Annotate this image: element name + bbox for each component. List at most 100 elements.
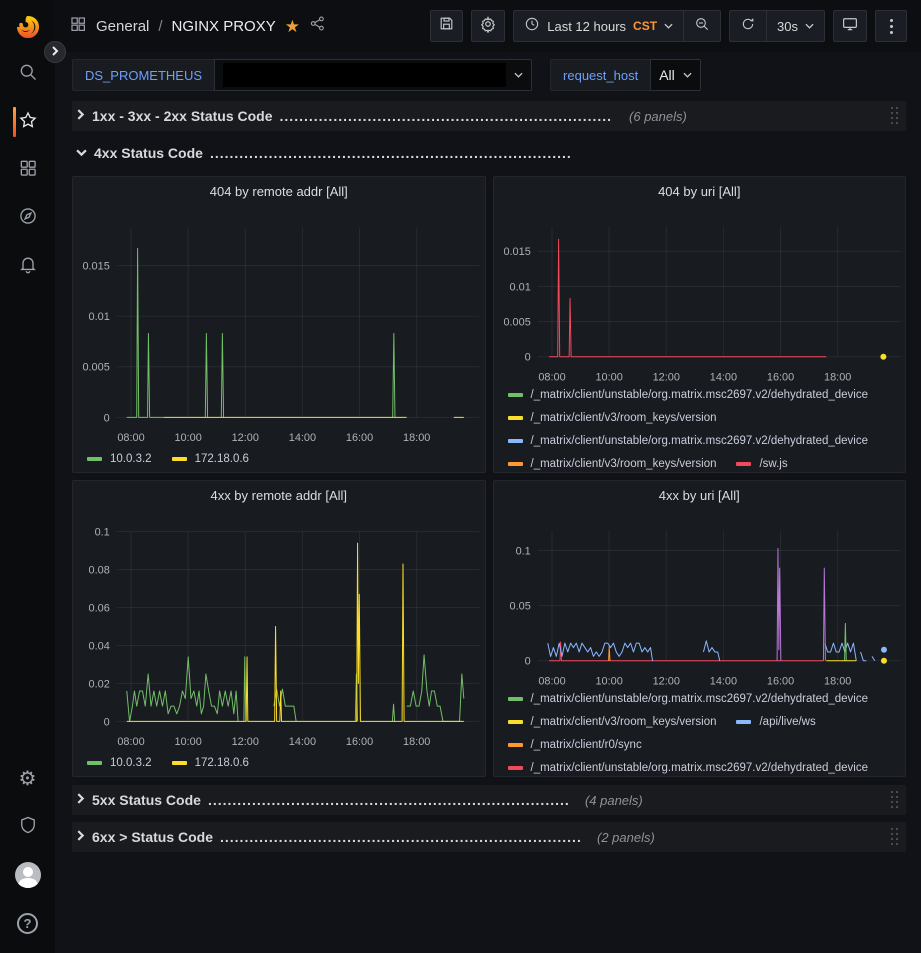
dashboards-grid-icon [18,158,38,183]
sidebar-item-alerting[interactable] [0,242,55,290]
star-icon [18,110,38,135]
variable-select-request-host[interactable]: All [650,59,701,91]
panels-grid: 404 by remote addr [All]00.0050.010.0150… [72,176,906,777]
row-6xx[interactable]: 6xx > Status Code ......................… [72,822,906,852]
dashboard-title[interactable]: NGINX PROXY [172,18,276,35]
legend-item[interactable]: /_matrix/client/unstable/org.matrix.msc2… [508,383,869,406]
sidebar-item-help[interactable]: ? [0,899,55,947]
legend-swatch [508,462,523,466]
breadcrumb-section[interactable]: General [96,18,149,35]
legend-label: /_matrix/client/v3/room_keys/version [531,458,717,470]
legend-item[interactable]: 10.0.3.2 [87,447,152,470]
svg-text:0.1: 0.1 [95,527,110,539]
legend-item[interactable]: /_matrix/client/unstable/org.matrix.msc2… [508,756,869,777]
legend-label: /sw.js [759,458,787,470]
legend-item[interactable]: 10.0.3.2 [87,751,152,774]
row-title: 4xx Status Code [94,145,203,161]
legend-swatch [172,761,187,765]
more-options-button[interactable] [875,10,907,42]
sidebar-item-configuration[interactable]: ⚙ [0,755,55,803]
svg-text:0.02: 0.02 [89,678,110,690]
sidebar-item-explore[interactable] [0,194,55,242]
expand-sidebar-button[interactable] [44,41,66,63]
refresh-button[interactable] [730,11,766,41]
refresh-interval-picker[interactable]: 30s [766,11,824,41]
legend-swatch [508,766,523,770]
series-line [547,643,652,661]
legend-item[interactable]: /api/live/ws [736,710,815,733]
apps-grid-icon[interactable] [69,15,87,38]
sidebar-item-server-admin[interactable] [0,803,55,851]
legend-item[interactable]: /_matrix/client/unstable/org.matrix.msc2… [508,687,869,710]
svg-text:0.005: 0.005 [82,362,109,374]
panel-legend: 10.0.3.2 172.18.0.6 [87,447,483,470]
row-drag-handle[interactable] [891,828,900,847]
dashboard-body: 1xx - 3xx - 2xx Status Code ............… [55,99,921,852]
legend-item[interactable]: /_matrix/client/v3/room_keys/version [508,406,717,429]
svg-text:14:00: 14:00 [709,676,736,688]
legend-item[interactable]: 172.18.0.6 [172,447,249,470]
svg-text:10:00: 10:00 [174,432,201,444]
series-line [393,333,395,417]
svg-text:10:00: 10:00 [174,736,201,748]
sidebar-item-starred[interactable] [0,98,55,146]
row-title: 6xx > Status Code [92,829,213,845]
legend-item[interactable]: /_matrix/client/v3/room_keys/version [508,452,717,473]
row-drag-handle[interactable] [891,791,900,810]
svg-text:12:00: 12:00 [232,432,259,444]
panel-404-by-remote-addr-all-: 404 by remote addr [All]00.0050.010.0150… [72,176,486,473]
svg-text:08:00: 08:00 [117,432,144,444]
series-line [860,652,866,661]
panel-404-by-uri-all-: 404 by uri [All]00.0050.010.01508:0010:0… [493,176,907,473]
variable-label-request-host[interactable]: request_host [550,59,650,91]
legend-item[interactable]: /_matrix/client/unstable/org.matrix.msc2… [508,429,869,452]
legend-label: /_matrix/client/v3/room_keys/version [531,412,717,424]
row-1xx-3xx-2xx[interactable]: 1xx - 3xx - 2xx Status Code ............… [72,101,906,131]
panel-title[interactable]: 404 by uri [All] [494,184,906,199]
svg-text:14:00: 14:00 [289,736,316,748]
series-line [407,655,464,721]
legend-swatch [508,393,523,397]
favorite-star-icon[interactable]: ★ [285,18,300,35]
zoom-out-time-button[interactable] [683,11,720,41]
dashboard-settings-button[interactable] [471,10,505,42]
row-5xx[interactable]: 5xx Status Code ........................… [72,785,906,815]
row-panel-count: (4 panels) [585,793,643,808]
share-icon[interactable] [309,15,326,37]
legend-swatch [508,416,523,420]
breadcrumb: General / NGINX PROXY ★ [69,15,326,38]
row-drag-handle[interactable] [891,107,900,126]
save-dashboard-button[interactable] [430,10,463,42]
time-range-picker[interactable]: Last 12 hours CST [514,11,683,41]
chevron-down-icon [76,144,87,162]
cycle-view-mode-button[interactable] [833,10,867,42]
legend-label: /_matrix/client/r0/sync [531,739,642,751]
variable-select-ds-prometheus[interactable] [214,59,532,91]
sidebar-item-dashboards[interactable] [0,146,55,194]
svg-text:0: 0 [104,716,110,728]
svg-text:10:00: 10:00 [595,676,622,688]
help-icon: ? [17,913,38,934]
legend-label: 172.18.0.6 [195,757,249,769]
legend-item[interactable]: 172.18.0.6 [172,751,249,774]
series-line [549,239,826,357]
row-title-dots: ........................................… [280,108,613,124]
panel-title[interactable]: 404 by remote addr [All] [73,184,485,199]
row-title-dots: ........................................… [210,145,570,161]
panel-title[interactable]: 4xx by uri [All] [494,488,906,503]
variable-label-ds-prometheus[interactable]: DS_PROMETHEUS [72,59,214,91]
svg-text:12:00: 12:00 [232,736,259,748]
legend-item[interactable]: /sw.js [736,452,787,473]
panel-title[interactable]: 4xx by remote addr [All] [73,488,485,503]
series-line [872,656,875,660]
row-4xx[interactable]: 4xx Status Code ........................… [72,138,906,168]
redacted-value [223,63,506,87]
legend-item[interactable]: /_matrix/client/r0/sync [508,733,642,756]
sidebar-item-profile[interactable] [0,851,55,899]
svg-text:0.1: 0.1 [515,545,530,557]
refresh-group: 30s [729,10,825,42]
svg-text:0.04: 0.04 [89,640,110,652]
monitor-icon [841,15,859,38]
legend-item[interactable]: /_matrix/client/v3/room_keys/version [508,710,717,733]
legend-swatch [508,720,523,724]
